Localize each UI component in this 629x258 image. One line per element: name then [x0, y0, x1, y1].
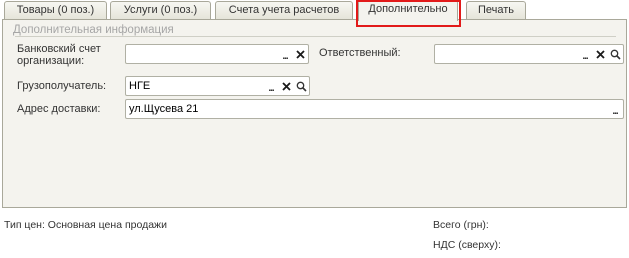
tab-settlement-accounts[interactable]: Счета учета расчетов [215, 1, 353, 20]
delivery-address-label: Адрес доставки: [17, 103, 101, 115]
additional-panel: Дополнительная информация Банковский сче… [2, 19, 627, 208]
bank-account-clear-button[interactable] [293, 46, 307, 62]
clear-icon [295, 49, 305, 59]
clear-icon [281, 81, 291, 91]
vat-label: НДС (сверху): [433, 239, 501, 251]
responsible-field[interactable]: ... [434, 44, 624, 64]
clear-icon [595, 49, 605, 59]
consignee-open-button[interactable] [294, 78, 308, 94]
group-title: Дополнительная информация [13, 24, 174, 36]
consignee-value: НГЕ [129, 80, 151, 92]
responsible-select-button[interactable]: ... [578, 46, 592, 62]
consignee-select-button[interactable]: ... [264, 78, 278, 94]
delivery-address-field[interactable]: ул.Щусева 21 ... [125, 99, 624, 119]
tab-services[interactable]: Услуги (0 поз.) [110, 1, 211, 20]
search-icon [296, 81, 307, 92]
tab-goods[interactable]: Товары (0 поз.) [4, 1, 107, 20]
tab-print[interactable]: Печать [466, 1, 526, 20]
delivery-address-select-button[interactable]: ... [608, 101, 622, 117]
responsible-open-button[interactable] [608, 46, 622, 62]
bank-account-select-button[interactable]: ... [278, 46, 292, 62]
responsible-label: Ответственный: [319, 47, 401, 59]
consignee-label: Грузополучатель: [17, 80, 107, 92]
total-label: Всего (грн): [433, 219, 489, 231]
tab-bar: Товары (0 поз.) Услуги (0 поз.) Счета уч… [0, 0, 629, 21]
group-divider [15, 36, 616, 37]
search-icon [610, 49, 621, 60]
bank-account-label: Банковский счет организации: [17, 43, 101, 67]
tab-additional[interactable]: Дополнительно [358, 0, 458, 21]
consignee-clear-button[interactable] [279, 78, 293, 94]
price-type-text: Тип цен: Основная цена продажи [4, 219, 167, 231]
bank-account-field[interactable]: ... [125, 44, 309, 64]
consignee-field[interactable]: НГЕ ... [125, 76, 310, 96]
delivery-address-value: ул.Щусева 21 [129, 103, 199, 115]
responsible-clear-button[interactable] [593, 46, 607, 62]
